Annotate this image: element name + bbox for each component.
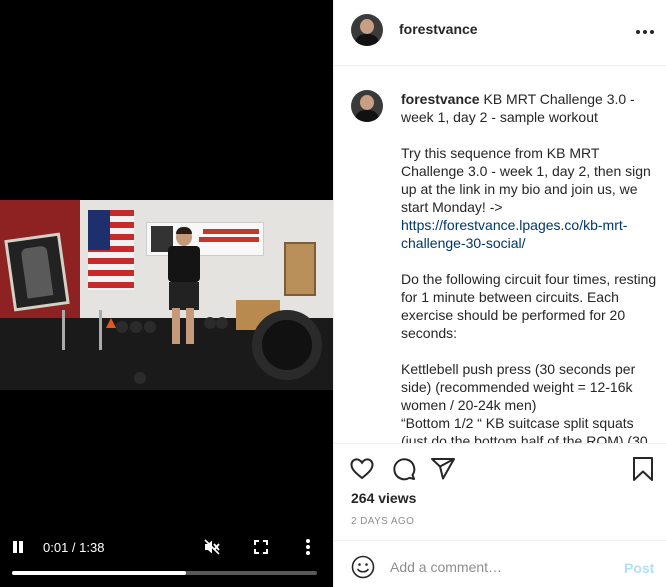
caption-paragraph: Kettlebell push press (30 seconds per si… [401, 361, 640, 413]
caption-username[interactable]: forestvance [401, 91, 480, 107]
video-player[interactable]: 0:01 / 1:38 [0, 0, 333, 587]
comment-bar: Post [334, 540, 666, 587]
mute-icon[interactable] [204, 539, 221, 555]
gym-banner [146, 222, 264, 256]
dumbbell-rack [62, 310, 102, 350]
kettlebell [144, 321, 156, 333]
kettlebell [204, 317, 216, 329]
person-hair [176, 227, 192, 234]
person-torso [168, 246, 200, 282]
framed-picture [4, 232, 70, 312]
caption-scroll-area[interactable]: forestvance KB MRT Challenge 3.0 - week … [334, 67, 666, 443]
video-frame [0, 200, 333, 390]
caption: forestvance KB MRT Challenge 3.0 - week … [401, 90, 663, 443]
kettlebell [134, 372, 146, 384]
kettlebell [116, 321, 128, 333]
video-controls: 0:01 / 1:38 [0, 532, 333, 562]
avatar[interactable] [351, 90, 383, 122]
post-button[interactable]: Post [624, 560, 654, 576]
heart-icon[interactable] [349, 456, 375, 482]
more-horizontal-icon[interactable] [636, 29, 654, 35]
flag-canton [88, 210, 110, 250]
header-username[interactable]: forestvance [399, 21, 478, 37]
banner-stripe [203, 229, 259, 234]
person-leg [172, 308, 180, 344]
cone [106, 318, 116, 328]
time-display: 0:01 / 1:38 [43, 540, 105, 555]
bookmark-icon[interactable] [630, 456, 656, 482]
kettlebell [216, 317, 228, 329]
pause-icon[interactable] [12, 541, 24, 553]
comment-icon[interactable] [391, 456, 417, 482]
caption-paragraph: Try this sequence from KB MRT Challenge … [401, 145, 655, 215]
post-sidebar: forestvance forestvance KB MRT Challenge… [333, 0, 666, 587]
emoji-icon[interactable] [351, 555, 375, 579]
comment-input[interactable] [390, 553, 610, 581]
person-leg [186, 308, 194, 344]
person-shorts [169, 282, 199, 310]
post-header: forestvance [334, 0, 666, 66]
corkboard [284, 242, 316, 296]
caption-paragraph: “Bottom 1/2 “ KB suitcase split squats (… [401, 415, 648, 443]
avatar[interactable] [351, 14, 383, 46]
caption-paragraph: Do the following circuit four times, res… [401, 271, 661, 341]
video-progress-bar[interactable] [12, 571, 317, 575]
tire [252, 310, 322, 380]
more-vertical-icon[interactable] [305, 539, 311, 555]
view-count[interactable]: 264 views [351, 490, 416, 506]
caption-link[interactable]: https://forestvance.lpages.co/kb-mrt-cha… [401, 217, 627, 251]
banner-stripe [199, 237, 259, 242]
video-progress-fill [12, 571, 186, 575]
fullscreen-icon[interactable] [254, 540, 268, 554]
post-date: 2 DAYS AGO [351, 516, 415, 527]
share-icon[interactable] [430, 456, 456, 482]
post-actions: 264 views 2 DAYS AGO [334, 443, 666, 539]
kettlebell [130, 321, 142, 333]
